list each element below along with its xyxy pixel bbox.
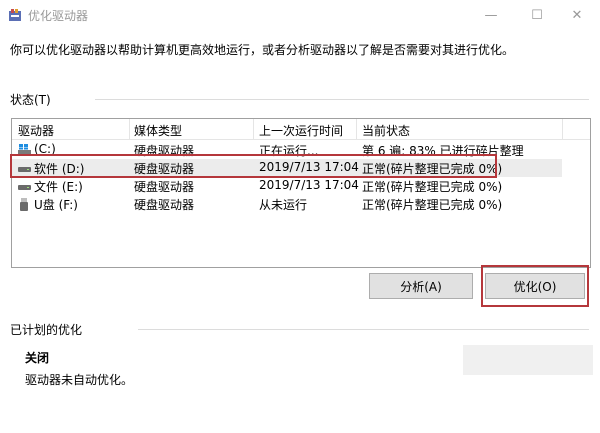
scheduled-divider	[138, 329, 589, 330]
media-type: 硬盘驱动器	[134, 180, 195, 194]
drive-name: 文件 (E:)	[34, 180, 83, 194]
status-label: 状态(T)	[10, 93, 51, 107]
schedule-description: 驱动器未自动优化。	[25, 373, 134, 387]
list-header: 驱动器 媒体类型 上一次运行时间 当前状态	[12, 119, 590, 140]
col-media[interactable]: 媒体类型	[134, 122, 182, 139]
hard-drive-icon	[18, 185, 31, 190]
drive-status: 正常(碎片整理已完成 0%)	[362, 198, 503, 212]
col-status[interactable]: 当前状态	[362, 122, 410, 139]
selected-drive-highlight	[10, 154, 497, 178]
analyze-button[interactable]: 分析(A)	[369, 273, 473, 299]
close-button[interactable]: ✕	[554, 0, 600, 30]
col-last-run[interactable]: 上一次运行时间	[259, 122, 343, 139]
title-bar: 优化驱动器 — ☐ ✕	[0, 0, 600, 30]
last-run: 从未运行	[259, 198, 308, 212]
drive-name: U盘 (F:)	[34, 198, 78, 212]
status-divider	[95, 99, 589, 100]
change-settings-button[interactable]	[463, 345, 593, 375]
last-run: 2019/7/13 17:04	[259, 178, 359, 192]
scheduled-label: 已计划的优化	[10, 323, 83, 337]
close-icon: ✕	[571, 7, 583, 23]
schedule-status: 关闭	[25, 351, 50, 365]
col-drive[interactable]: 驱动器	[18, 122, 54, 139]
drive-status: 正常(碎片整理已完成 0%)	[362, 180, 503, 194]
intro-text: 你可以优化驱动器以帮助计算机更高效地运行，或者分析驱动器以了解是否需要对其进行优…	[10, 43, 515, 57]
minimize-button[interactable]: —	[468, 0, 514, 30]
window-title: 优化驱动器	[28, 9, 89, 23]
drive-row-f[interactable]: U盘 (F:) 硬盘驱动器 从未运行 正常(碎片整理已完成 0%)	[12, 195, 590, 213]
drive-list[interactable]: 驱动器 媒体类型 上一次运行时间 当前状态 (C:) 硬盘驱动器 正在运行...…	[11, 118, 591, 268]
maximize-icon: ☐	[531, 7, 543, 23]
optimize-button[interactable]: 优化(O)	[485, 273, 585, 299]
usb-drive-icon	[20, 198, 28, 211]
media-type: 硬盘驱动器	[134, 198, 195, 212]
defrag-app-icon	[9, 9, 21, 21]
drive-row-e[interactable]: 文件 (E:) 硬盘驱动器 2019/7/13 17:04 正常(碎片整理已完成…	[12, 177, 590, 195]
minimize-icon: —	[484, 7, 498, 23]
